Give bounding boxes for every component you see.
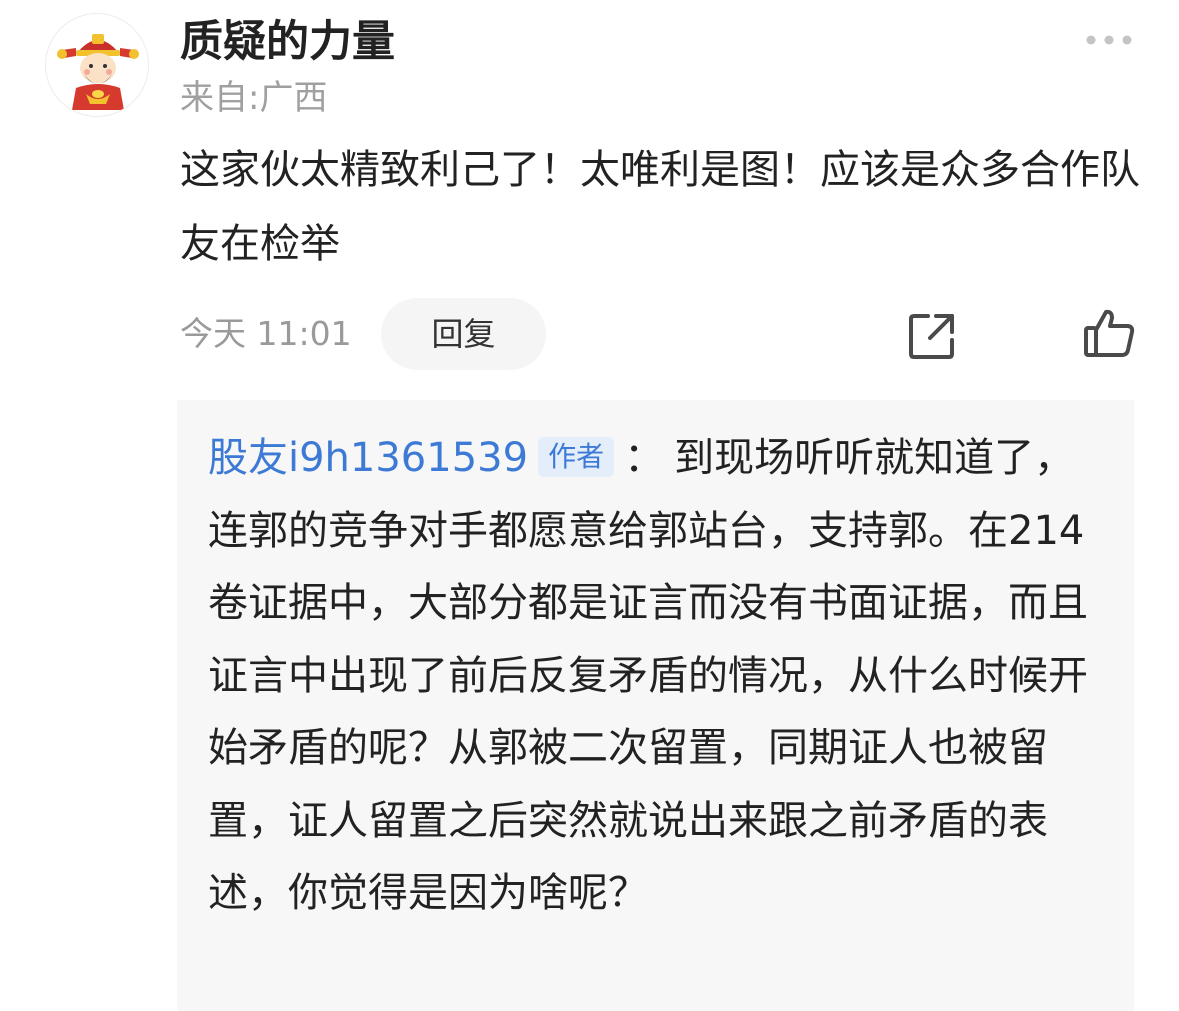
location-label: 来自:广西 [180,78,328,118]
reply-colon: ： [624,435,665,481]
more-dots-icon[interactable] [1084,30,1134,50]
caishen-avatar-icon [57,34,139,110]
reply-content: 股友i9h1361539 作者：到现场听听就知道了，连郭的竞争对手都愿意给郭站台，… [208,422,1113,930]
thumbs-up-icon[interactable] [1082,306,1136,360]
share-icon[interactable] [906,310,958,362]
reply-preview-box[interactable]: 股友i9h1361539 作者：到现场听听就知道了，连郭的竞争对手都愿意给郭站台，… [177,400,1134,1011]
author-badge: 作者 [538,437,615,477]
comment-time: 今天 11:01 [180,314,352,353]
username[interactable]: 质疑的力量 [180,16,395,68]
reply-author-link[interactable]: 股友i9h1361539 [208,435,528,481]
comment-card: 质疑的力量 来自:广西 这家伙太精致利己了！太唯利是图！应该是众多合作队友在检举… [0,0,1179,1011]
reply-text: 到现场听听就知道了，连郭的竞争对手都愿意给郭站台，支持郭。在214卷证据中，大部… [208,435,1088,916]
reply-button[interactable]: 回复 [381,298,546,370]
avatar[interactable] [45,13,149,117]
comment-text: 这家伙太精致利己了！太唯利是图！应该是众多合作队友在检举 [180,147,1140,267]
